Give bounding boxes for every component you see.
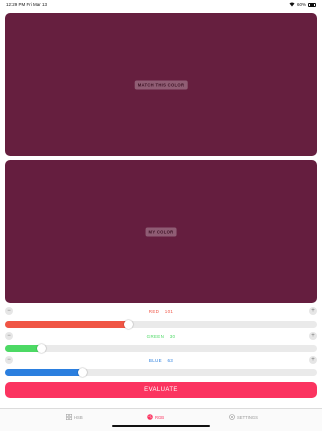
match-this-color-label: MATCH THIS COLOR (134, 80, 188, 89)
tab-rgb-label: RGB (155, 414, 165, 420)
green-increment-button[interactable]: + (309, 332, 317, 340)
status-right: 60% (289, 2, 316, 7)
battery-icon (308, 2, 316, 7)
blue-slider-thumb[interactable] (77, 368, 87, 377)
red-name: RED (148, 308, 160, 314)
status-time-text: 12:29 PM (6, 2, 26, 7)
green-label: GREEN 30 (5, 334, 317, 339)
green-slider-track[interactable] (5, 344, 317, 353)
green-control-row: − GREEN 30 + (5, 331, 317, 341)
tab-hsb-label: HSB (74, 414, 83, 420)
tab-hsb[interactable]: HSB (66, 414, 83, 420)
my-color-panel: MY COLOR (5, 160, 317, 303)
red-control-row: − RED 101 + (5, 306, 317, 316)
tab-rgb[interactable]: RGB (147, 414, 164, 420)
my-color-label: MY COLOR (145, 227, 177, 236)
red-value: 101 (164, 308, 174, 314)
blue-label: BLUE 63 (5, 358, 317, 363)
red-slider-track[interactable] (5, 320, 317, 329)
status-date-text: Fri Mar 13 (26, 2, 48, 7)
green-name: GREEN (146, 333, 165, 339)
red-slider-fill (5, 321, 129, 328)
tab-bar: HSB RGB SETTINGS (0, 408, 322, 431)
tab-settings[interactable]: SETTINGS (229, 414, 258, 420)
red-label: RED 101 (5, 309, 317, 314)
blue-increment-button[interactable]: + (309, 356, 317, 364)
red-increment-button[interactable]: + (309, 307, 317, 315)
green-slider-fill (5, 345, 42, 352)
palette-icon (147, 414, 153, 420)
red-slider-thumb[interactable] (124, 320, 134, 329)
battery-percent: 60% (296, 2, 306, 7)
wifi-icon (289, 2, 295, 7)
green-value: 30 (169, 333, 176, 339)
green-slider-thumb[interactable] (37, 344, 47, 353)
blue-name: BLUE (148, 357, 162, 363)
blue-control-row: − BLUE 63 + (5, 355, 317, 365)
blue-slider-fill (5, 369, 83, 376)
evaluate-button[interactable]: EVALUATE (5, 382, 317, 398)
target-color-panel: MATCH THIS COLOR (5, 13, 317, 156)
gear-icon (229, 414, 235, 420)
tab-settings-label: SETTINGS (237, 414, 258, 420)
blue-value: 63 (167, 357, 174, 363)
grid-icon (66, 414, 72, 420)
blue-slider-track[interactable] (5, 368, 317, 377)
status-bar: 12:29 PM Fri Mar 13 60% (0, 0, 322, 10)
home-indicator (112, 425, 210, 427)
status-time: 12:29 PM Fri Mar 13 (6, 2, 47, 7)
